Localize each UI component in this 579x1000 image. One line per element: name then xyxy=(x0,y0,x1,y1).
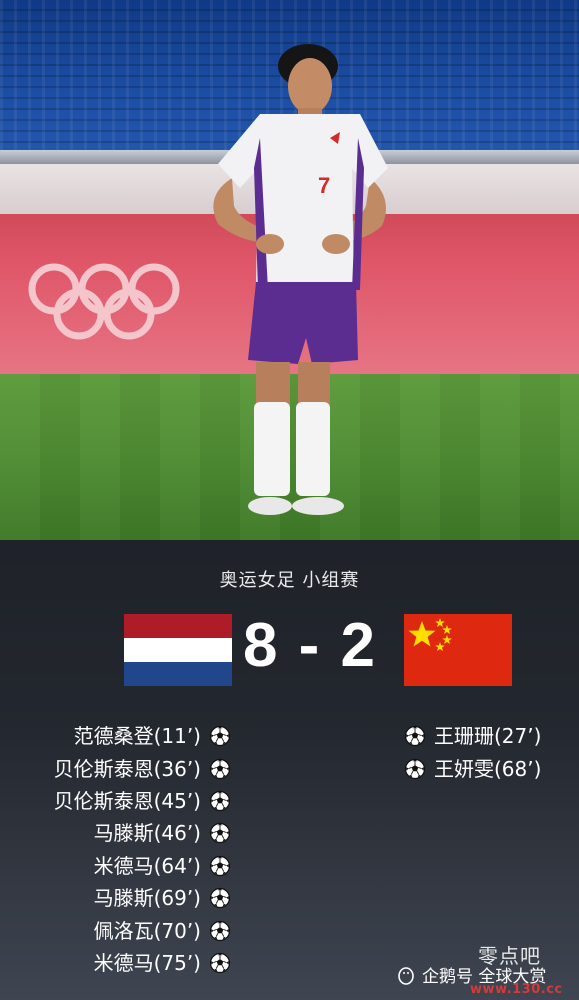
soccer-ball-icon xyxy=(404,726,426,747)
scorer-row: 王珊珊(27’) xyxy=(404,720,541,752)
scorer-row: 范德桑登(11’) xyxy=(54,720,231,752)
site-watermark-name: 零点吧 xyxy=(478,944,541,968)
scorer-row: 贝伦斯泰恩(36’) xyxy=(54,752,231,784)
jersey-number: 7 xyxy=(318,173,330,198)
soccer-ball-icon xyxy=(209,726,231,747)
home-scorers-list: 范德桑登(11’) 贝伦斯泰恩(36’) 贝伦斯泰恩(45’) 马滕斯(46’) 米德马… xyxy=(54,720,231,979)
olympic-rings-icon xyxy=(28,263,180,340)
scorer-row: 贝伦斯泰恩(45’) xyxy=(54,785,231,817)
scorer-row: 米德马(75’) xyxy=(54,947,231,979)
competition-title: 奥运女足 小组赛 xyxy=(219,570,360,591)
site-watermark-url: www.130.cc xyxy=(470,982,563,997)
penguin-icon xyxy=(398,966,414,985)
match-score: 8 - 2 xyxy=(242,611,378,680)
scorer-text: 范德桑登(11’) xyxy=(73,724,201,749)
scorer-text: 王珊珊(27’) xyxy=(434,724,542,749)
soccer-ball-icon xyxy=(209,888,231,909)
soccer-ball-icon xyxy=(209,855,231,876)
soccer-ball-icon xyxy=(404,758,426,779)
china-flag-icon xyxy=(404,614,512,686)
scorer-text: 贝伦斯泰恩(45’) xyxy=(53,788,201,813)
scorer-text: 米德马(75’) xyxy=(93,950,201,975)
scorer-text: 贝伦斯泰恩(36’) xyxy=(53,756,201,781)
soccer-ball-icon xyxy=(209,952,231,974)
netherlands-flag-icon xyxy=(124,614,232,686)
scorer-text: 王妍雯(68’) xyxy=(434,756,542,781)
soccer-ball-icon xyxy=(209,920,231,941)
away-scorers-list: 王珊珊(27’) 王妍雯(68’) xyxy=(404,720,541,785)
player-figure: 7 xyxy=(213,44,388,515)
scorer-text: 马滕斯(69’) xyxy=(93,886,201,911)
soccer-ball-icon xyxy=(209,823,231,844)
scorer-row: 马滕斯(46’) xyxy=(54,817,231,849)
scorer-row: 佩洛瓦(70’) xyxy=(54,914,231,946)
scorer-text: 佩洛瓦(70’) xyxy=(93,918,201,943)
scorer-row: 米德马(64’) xyxy=(54,850,231,882)
soccer-ball-icon xyxy=(209,790,231,812)
soccer-ball-icon xyxy=(209,758,231,779)
scorer-text: 米德马(64’) xyxy=(93,853,201,878)
scorer-text: 马滕斯(46’) xyxy=(93,821,201,846)
hero-photo: 7 xyxy=(0,0,579,540)
scorer-row: 王妍雯(68’) xyxy=(404,752,541,784)
scorer-row: 马滕斯(69’) xyxy=(54,882,231,914)
